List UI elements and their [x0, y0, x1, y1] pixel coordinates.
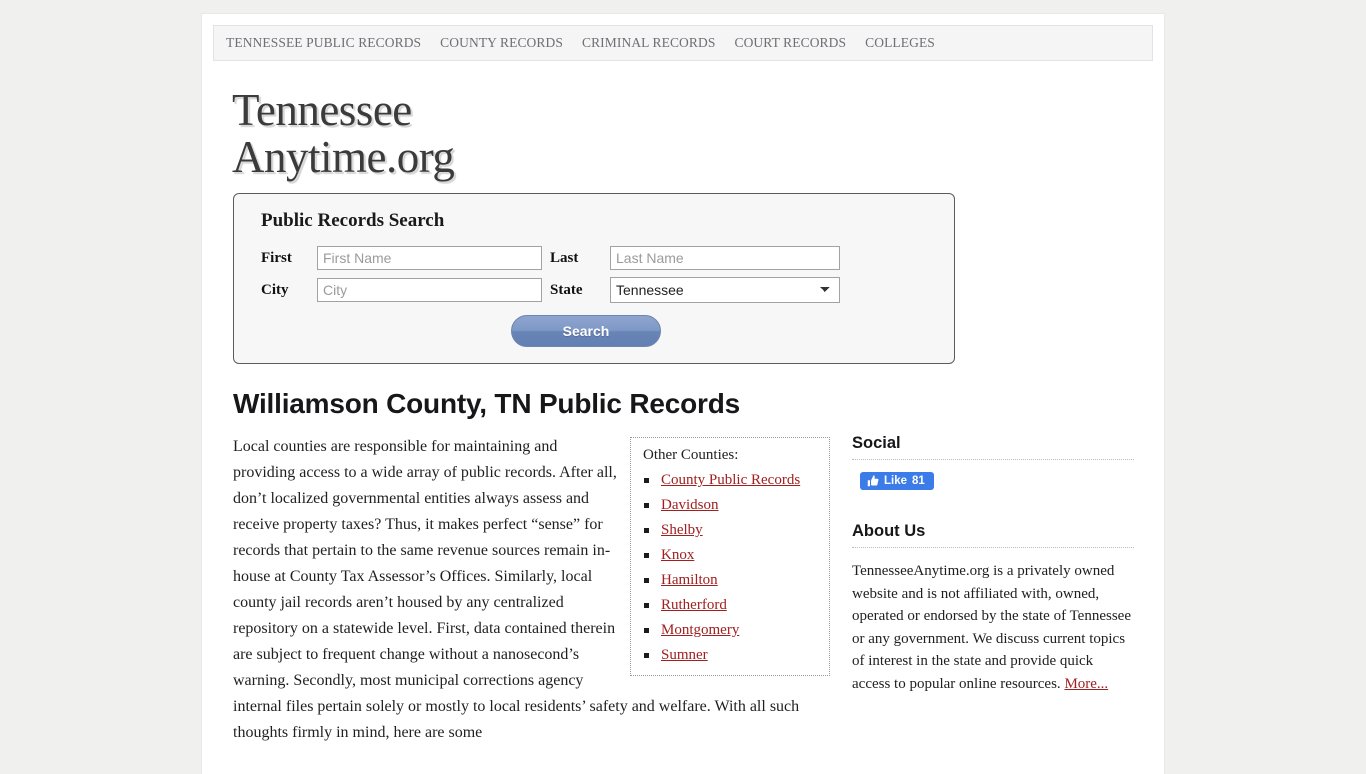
about-text-body: TennesseeAnytime.org is a privately owne…: [852, 563, 1131, 692]
site-logo-line2: Anytime.org: [232, 132, 455, 182]
facebook-like-button[interactable]: Like 81: [860, 472, 934, 490]
search-button-row: Search: [232, 315, 940, 347]
county-link-hamilton[interactable]: Hamilton: [661, 572, 718, 588]
search-panel-title: Public Records Search: [261, 210, 445, 231]
list-item: Sumner: [643, 647, 817, 663]
county-link-county-public-records[interactable]: County Public Records: [661, 472, 800, 488]
thumbs-up-icon: [867, 475, 879, 487]
about-more-link[interactable]: More...: [1064, 676, 1108, 692]
first-name-label: First: [261, 249, 292, 266]
about-block: About Us TennesseeAnytime.org is a priva…: [852, 522, 1134, 695]
other-counties-list: County Public Records Davidson Shelby Kn…: [643, 472, 817, 663]
list-item: Hamilton: [643, 572, 817, 588]
search-form: First Last City State Tennessee: [261, 246, 940, 303]
county-link-rutherford[interactable]: Rutherford: [661, 597, 727, 613]
other-counties-title: Other Counties:: [643, 447, 739, 463]
county-link-davidson[interactable]: Davidson: [661, 497, 719, 513]
site-logo[interactable]: Tennessee Anytime.org: [232, 87, 532, 181]
search-button[interactable]: Search: [511, 315, 661, 347]
social-heading: Social: [852, 434, 1134, 460]
nav-item-criminal-records[interactable]: CRIMINAL RECORDS: [582, 35, 716, 51]
city-label: City: [261, 281, 289, 298]
last-name-label: Last: [550, 249, 579, 266]
nav-item-county-records[interactable]: COUNTY RECORDS: [440, 35, 563, 51]
page-title: Williamson County, TN Public Records: [233, 388, 740, 419]
facebook-like-count: 81: [912, 475, 925, 487]
list-item: Rutherford: [643, 597, 817, 613]
county-link-sumner[interactable]: Sumner: [661, 647, 708, 663]
last-name-input[interactable]: [610, 246, 840, 270]
about-paragraph: TennesseeAnytime.org is a privately owne…: [852, 560, 1134, 695]
social-block: Social Like 81: [852, 434, 1134, 492]
list-item: Davidson: [643, 497, 817, 513]
first-name-input[interactable]: [317, 246, 542, 270]
facebook-like-label: Like: [884, 475, 908, 487]
county-link-knox[interactable]: Knox: [661, 547, 694, 563]
nav-item-tennessee-public-records[interactable]: TENNESSEE PUBLIC RECORDS: [226, 35, 421, 51]
nav-item-colleges[interactable]: COLLEGES: [865, 35, 935, 51]
public-records-search-panel: Public Records Search First Last City St…: [233, 193, 955, 364]
state-label: State: [550, 281, 583, 298]
list-item: Montgomery: [643, 622, 817, 638]
page-container: TENNESSEE PUBLIC RECORDS COUNTY RECORDS …: [202, 14, 1164, 774]
county-link-montgomery[interactable]: Montgomery: [661, 622, 739, 638]
list-item: Shelby: [643, 522, 817, 538]
county-link-shelby[interactable]: Shelby: [661, 522, 703, 538]
main-column: Other Counties: County Public Records Da…: [233, 434, 830, 746]
about-heading: About Us: [852, 522, 1134, 548]
state-select[interactable]: Tennessee: [610, 277, 840, 303]
content-area: Other Counties: County Public Records Da…: [233, 434, 1142, 746]
list-item: Knox: [643, 547, 817, 563]
sidebar: Social Like 81 About Us TennesseeAnytime…: [852, 434, 1134, 746]
site-logo-line1: Tennessee: [232, 85, 412, 135]
list-item: County Public Records: [643, 472, 817, 488]
nav-item-court-records[interactable]: COURT RECORDS: [734, 35, 846, 51]
city-input[interactable]: [317, 278, 542, 302]
primary-navigation: TENNESSEE PUBLIC RECORDS COUNTY RECORDS …: [213, 25, 1153, 61]
other-counties-box: Other Counties: County Public Records Da…: [630, 437, 830, 676]
